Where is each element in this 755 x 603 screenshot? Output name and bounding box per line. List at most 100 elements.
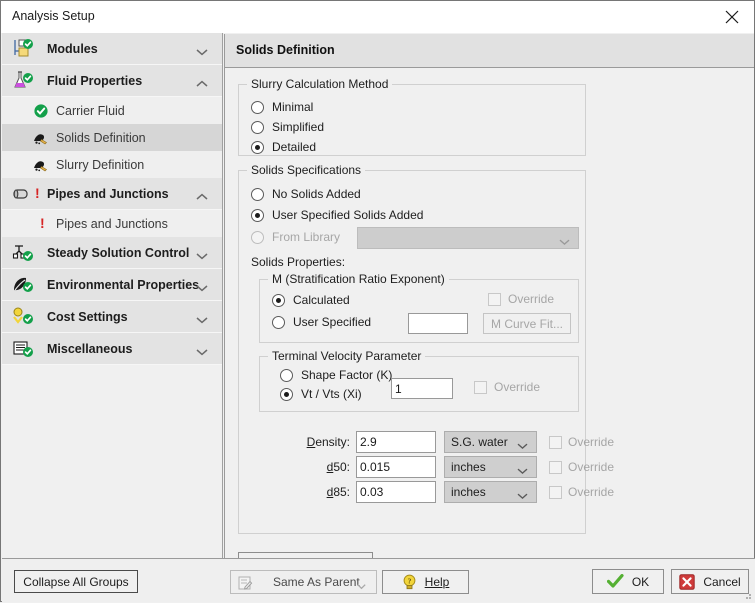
chevron-down-icon bbox=[559, 235, 570, 246]
sidebar-item-fluid-properties[interactable]: Fluid Properties bbox=[2, 65, 222, 97]
sidebar-item-label: Carrier Fluid bbox=[56, 103, 125, 118]
collapse-all-groups-button[interactable]: Collapse All Groups bbox=[14, 570, 138, 593]
d85-unit-combo[interactable]: inches bbox=[444, 481, 537, 503]
radio-user-specified-solids-added-label[interactable]: User Specified Solids Added bbox=[272, 208, 423, 222]
chevron-down-icon bbox=[517, 464, 528, 475]
d50-input[interactable] bbox=[356, 456, 436, 478]
cancel-label: Cancel bbox=[703, 574, 741, 589]
sidebar-item-label: Pipes and Junctions bbox=[47, 186, 169, 201]
radio-simplified-label[interactable]: Simplified bbox=[272, 120, 324, 134]
help-button[interactable]: ? Help bbox=[382, 570, 469, 594]
analysis-setup-dialog: Analysis Setup Modules Fluid Properties … bbox=[0, 0, 755, 602]
collapse-all-groups-label: Collapse All Groups bbox=[23, 574, 129, 589]
leaf-icon bbox=[12, 275, 34, 295]
check-circle-icon bbox=[32, 102, 50, 120]
radio-minimal[interactable] bbox=[251, 101, 264, 114]
chevron-down-icon[interactable] bbox=[196, 45, 208, 55]
radio-no-solids-added-label[interactable]: No Solids Added bbox=[272, 187, 361, 201]
radio-vt-vts-label[interactable]: Vt / Vts (Xi) bbox=[301, 387, 362, 401]
sidebar-item-carrier-fluid[interactable]: Carrier Fluid bbox=[2, 97, 222, 124]
sidebar-item-label: Modules bbox=[47, 41, 98, 56]
radio-detailed[interactable] bbox=[251, 141, 264, 154]
chevron-up-icon[interactable] bbox=[196, 77, 208, 87]
sidebar-item-label: Environmental Properties bbox=[47, 277, 200, 292]
list-icon bbox=[12, 339, 34, 359]
help-label: Help bbox=[424, 575, 450, 589]
sidebar-item-cost-settings[interactable]: Cost Settings bbox=[2, 301, 222, 333]
warning-icon: ! bbox=[35, 185, 40, 201]
sidebar-item-solids-definition[interactable]: Solids Definition bbox=[2, 124, 222, 151]
content-panel: Solids Definition Slurry Calculation Met… bbox=[224, 34, 754, 575]
solids-properties-label: Solids Properties: bbox=[251, 255, 346, 269]
d50-unit-value: inches bbox=[451, 460, 486, 474]
sidebar-item-environmental-properties[interactable]: Environmental Properties bbox=[2, 269, 222, 301]
warning-icon: ! bbox=[40, 215, 45, 231]
window-title: Analysis Setup bbox=[12, 9, 95, 23]
m-override-checkbox[interactable] bbox=[488, 293, 501, 306]
radio-shape-factor[interactable] bbox=[280, 369, 293, 382]
density-override-checkbox[interactable] bbox=[549, 436, 562, 449]
density-unit-combo[interactable]: S.G. water bbox=[444, 431, 537, 453]
ok-button[interactable]: OK bbox=[592, 569, 664, 594]
chevron-down-icon bbox=[517, 439, 528, 450]
radio-minimal-label[interactable]: Minimal bbox=[272, 100, 313, 114]
d50-label: d50: bbox=[326, 460, 350, 474]
resize-grip[interactable] bbox=[742, 589, 752, 599]
d50-override-checkbox[interactable] bbox=[549, 461, 562, 474]
d85-override-checkbox[interactable] bbox=[549, 486, 562, 499]
sidebar-item-modules[interactable]: Modules bbox=[2, 33, 222, 65]
same-as-parent-combo[interactable]: Same As Parent bbox=[230, 570, 377, 594]
close-icon[interactable] bbox=[709, 1, 754, 32]
chevron-down-icon[interactable] bbox=[196, 249, 208, 259]
group-legend: Solids Specifications bbox=[247, 163, 366, 177]
radio-from-library[interactable] bbox=[251, 231, 264, 244]
sidebar-item-label: Miscellaneous bbox=[47, 341, 133, 356]
radio-no-solids-added[interactable] bbox=[251, 188, 264, 201]
radio-shape-factor-label[interactable]: Shape Factor (K) bbox=[301, 368, 392, 382]
chevron-up-icon[interactable] bbox=[196, 190, 208, 200]
radio-m-calculated[interactable] bbox=[272, 294, 285, 307]
sidebar-item-label: Steady Solution Control bbox=[47, 245, 190, 260]
radio-m-user-specified[interactable] bbox=[272, 316, 285, 329]
sidebar-item-slurry-definition[interactable]: Slurry Definition bbox=[2, 151, 222, 178]
radio-from-library-label[interactable]: From Library bbox=[272, 230, 340, 244]
m-override-label: Override bbox=[508, 292, 555, 306]
radio-detailed-label[interactable]: Detailed bbox=[272, 140, 316, 154]
radio-m-calculated-label[interactable]: Calculated bbox=[293, 293, 350, 307]
library-combo[interactable] bbox=[357, 227, 579, 249]
d50-unit-combo[interactable]: inches bbox=[444, 456, 537, 478]
chevron-down-icon[interactable] bbox=[196, 281, 208, 291]
radio-user-specified-solids-added[interactable] bbox=[251, 209, 264, 222]
terminal-velocity-value-input[interactable] bbox=[391, 378, 453, 399]
svg-text:?: ? bbox=[407, 577, 411, 586]
sidebar-item-miscellaneous[interactable]: Miscellaneous bbox=[2, 333, 222, 365]
radio-vt-vts[interactable] bbox=[280, 388, 293, 401]
cancel-button[interactable]: Cancel bbox=[671, 569, 749, 594]
sidebar-item-steady-solution-control[interactable]: Steady Solution Control bbox=[2, 237, 222, 269]
m-value-input[interactable] bbox=[408, 313, 468, 334]
d85-input[interactable] bbox=[356, 481, 436, 503]
solids-icon bbox=[32, 129, 50, 147]
radio-m-user-specified-label[interactable]: User Specified bbox=[293, 315, 371, 329]
d85-unit-value: inches bbox=[451, 485, 486, 499]
slurry-calculation-method-group: Slurry Calculation Method Minimal Simpli… bbox=[238, 77, 586, 156]
d85-override-label: Override bbox=[568, 485, 615, 499]
density-input[interactable] bbox=[356, 431, 436, 453]
chevron-down-icon[interactable] bbox=[196, 313, 208, 323]
terminal-velocity-override-label: Override bbox=[494, 380, 541, 394]
edit-note-icon bbox=[238, 576, 253, 593]
title-bar: Analysis Setup bbox=[1, 1, 754, 33]
sidebar-item-pipes-and-junctions[interactable]: ! Pipes and Junctions bbox=[2, 210, 222, 237]
radio-simplified[interactable] bbox=[251, 121, 264, 134]
m-curve-fit-button[interactable]: M Curve Fit... bbox=[483, 313, 571, 334]
solids-icon bbox=[32, 156, 50, 174]
chevron-down-icon[interactable] bbox=[196, 345, 208, 355]
density-override-label: Override bbox=[568, 435, 615, 449]
sidebar-item-pipes-and-junctions-group[interactable]: ! Pipes and Junctions bbox=[2, 178, 222, 210]
help-bulb-icon: ? bbox=[402, 574, 417, 590]
terminal-velocity-override-checkbox[interactable] bbox=[474, 381, 487, 394]
content-body: Slurry Calculation Method Minimal Simpli… bbox=[224, 68, 754, 575]
m-curve-fit-label: M Curve Fit... bbox=[490, 316, 563, 331]
d50-override-label: Override bbox=[568, 460, 615, 474]
page-title: Solids Definition bbox=[236, 43, 335, 57]
